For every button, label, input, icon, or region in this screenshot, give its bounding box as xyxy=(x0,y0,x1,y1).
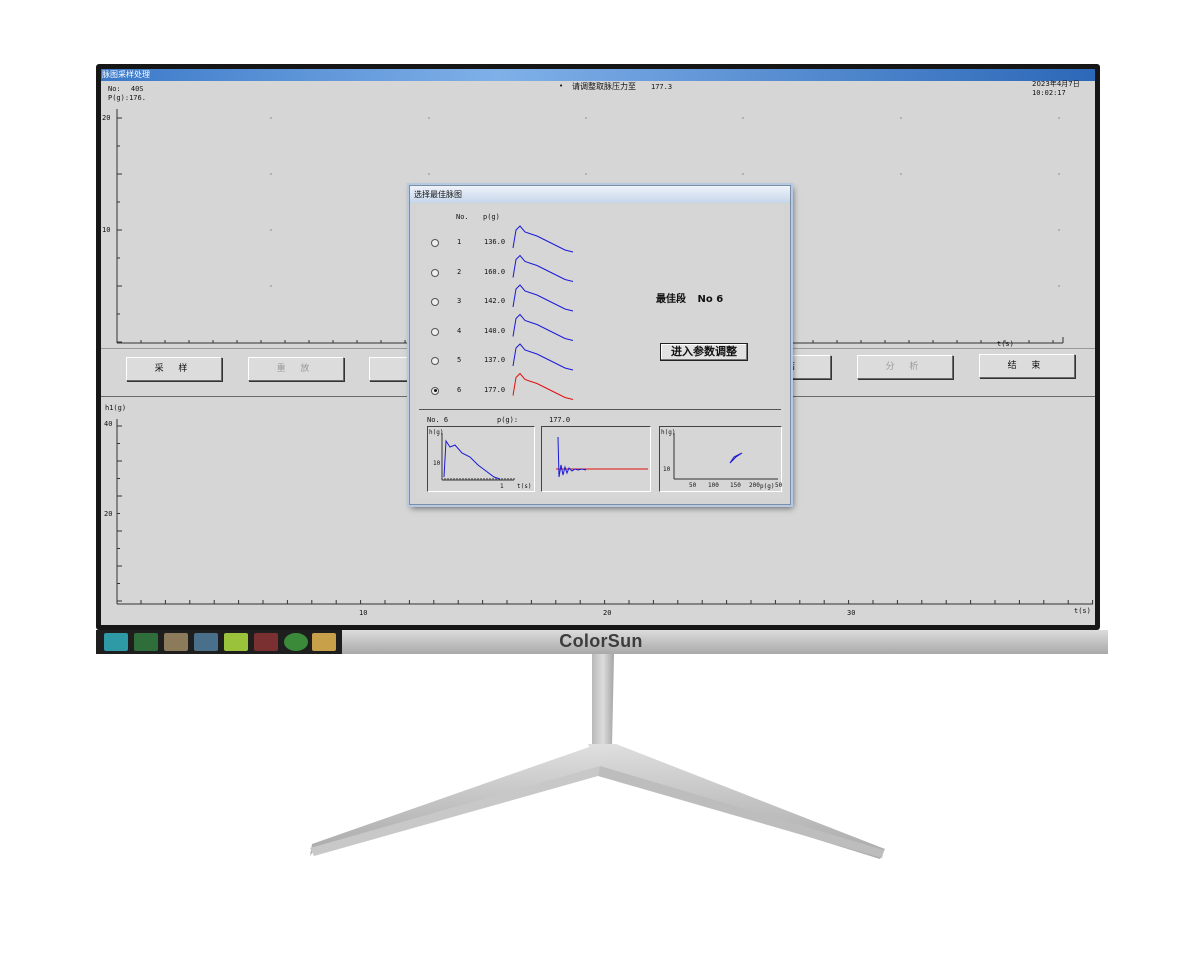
row-no-2: 2 xyxy=(457,267,462,276)
record-no-label: No: xyxy=(108,85,121,93)
bottom-x-tick-10: 10 xyxy=(359,609,368,617)
app-icon-2[interactable] xyxy=(134,633,158,651)
best-segment-label: 最佳段 xyxy=(656,294,686,305)
bottom-x-tick-20: 20 xyxy=(603,609,612,617)
row-radio-1[interactable] xyxy=(431,239,439,247)
row-pressure-1: 136.0 xyxy=(484,238,506,246)
instruction-bullet: • xyxy=(559,82,564,90)
mini-chart-waveform: h(g) 10 1 t(s) xyxy=(427,426,535,492)
window-titlebar: 脉图采样处理 xyxy=(101,69,1095,81)
dialog-body: No. p(g) 1 136.0 2 160.0 3 142.0 4 140.0 5 137.0 6… xyxy=(416,204,784,498)
taskbar-icons xyxy=(96,630,342,654)
brand-logo: ColorSun xyxy=(559,631,643,651)
app-icon-7[interactable] xyxy=(284,633,308,651)
pulse-waveforms xyxy=(512,225,574,400)
row-pressure-4: 140.0 xyxy=(484,326,506,335)
monitor-stand xyxy=(310,654,885,859)
app-icon-5[interactable] xyxy=(224,633,248,651)
sample-button[interactable]: 采 样 xyxy=(126,357,222,381)
replay-button[interactable]: 重 放 xyxy=(248,357,344,381)
row-no-3: 3 xyxy=(457,297,462,305)
summary-no: No. 6 xyxy=(427,416,449,424)
col-no-header: No. xyxy=(456,213,469,221)
mini-chart-oscillation xyxy=(541,426,651,492)
row-radio-5[interactable] xyxy=(431,357,439,365)
record-no: No: 40S xyxy=(108,85,144,94)
bottom-y-tick-40: 40 xyxy=(104,420,113,428)
row-radio-6[interactable] xyxy=(431,386,439,395)
col-p-header: p(g) xyxy=(483,213,500,221)
mini3-plot xyxy=(673,433,778,480)
top-y-tick-10: 10 xyxy=(102,226,111,234)
enter-param-adjust-button[interactable]: 进入参数调整 xyxy=(660,343,748,361)
bottom-x-unit: t(s) xyxy=(1074,607,1091,615)
app-icon-8[interactable] xyxy=(312,633,336,651)
row-no-1: 1 xyxy=(457,238,462,246)
row-pressure-2: 160.0 xyxy=(484,267,506,276)
row-radio-4[interactable] xyxy=(431,327,439,336)
target-pressure: 177.3 xyxy=(651,83,673,91)
app-icon-6[interactable] xyxy=(254,633,278,651)
summary-p-label: p(g): xyxy=(497,416,519,424)
dialog-title: 选择最佳脉图 xyxy=(414,190,462,199)
monitor-chin: ColorSun xyxy=(96,630,1108,654)
best-segment-value: No 6 xyxy=(697,294,724,305)
row-pressure-5: 137.0 xyxy=(484,356,506,364)
date-label: 2023年4月7日 xyxy=(1032,80,1080,88)
row-no-6: 6 xyxy=(457,385,462,394)
mini-chart-pressure: h(g) 10 50 100 150 200 p(g) 50 xyxy=(659,426,782,492)
select-best-pulse-dialog: 选择最佳脉图 No. p(g) 1 136.0 2 160.0 3 142.0 4 140.0… xyxy=(409,185,791,505)
row-no-4: 4 xyxy=(457,326,462,335)
analyze-button[interactable]: 分 析 xyxy=(857,355,953,379)
row-radio-3[interactable] xyxy=(431,298,439,306)
record-no-value: 40S xyxy=(130,85,144,93)
summary-p-value: 177.0 xyxy=(549,416,571,424)
top-y-tick-20: 20 xyxy=(102,114,111,122)
end-button[interactable]: 结 束 xyxy=(979,354,1075,378)
app-icon-3[interactable] xyxy=(164,633,188,651)
row-no-5: 5 xyxy=(457,356,462,364)
bottom-y-tick-20: 20 xyxy=(104,510,113,518)
time-label: 10:02:17 xyxy=(1032,89,1066,97)
mini1-plot xyxy=(441,433,515,481)
row-pressure-6: 177.0 xyxy=(484,385,506,394)
app-window: 脉图采样处理 No: 40S P(g):176. • 请调整取脉压力至 177.… xyxy=(101,69,1095,625)
dialog-titlebar: 选择最佳脉图 xyxy=(410,186,790,203)
mini2-plot xyxy=(556,436,648,478)
window-title: 脉图采样处理 xyxy=(102,70,150,79)
dialog-divider xyxy=(419,409,781,410)
row-radio-2[interactable] xyxy=(431,268,439,277)
best-segment: 最佳段 No 6 xyxy=(656,290,723,305)
instruction-text: 请调整取脉压力至 xyxy=(572,82,636,91)
app-icon-1[interactable] xyxy=(104,633,128,651)
app-icon-4[interactable] xyxy=(194,633,218,651)
bottom-x-tick-30: 30 xyxy=(847,609,856,617)
row-pressure-3: 142.0 xyxy=(484,297,506,305)
